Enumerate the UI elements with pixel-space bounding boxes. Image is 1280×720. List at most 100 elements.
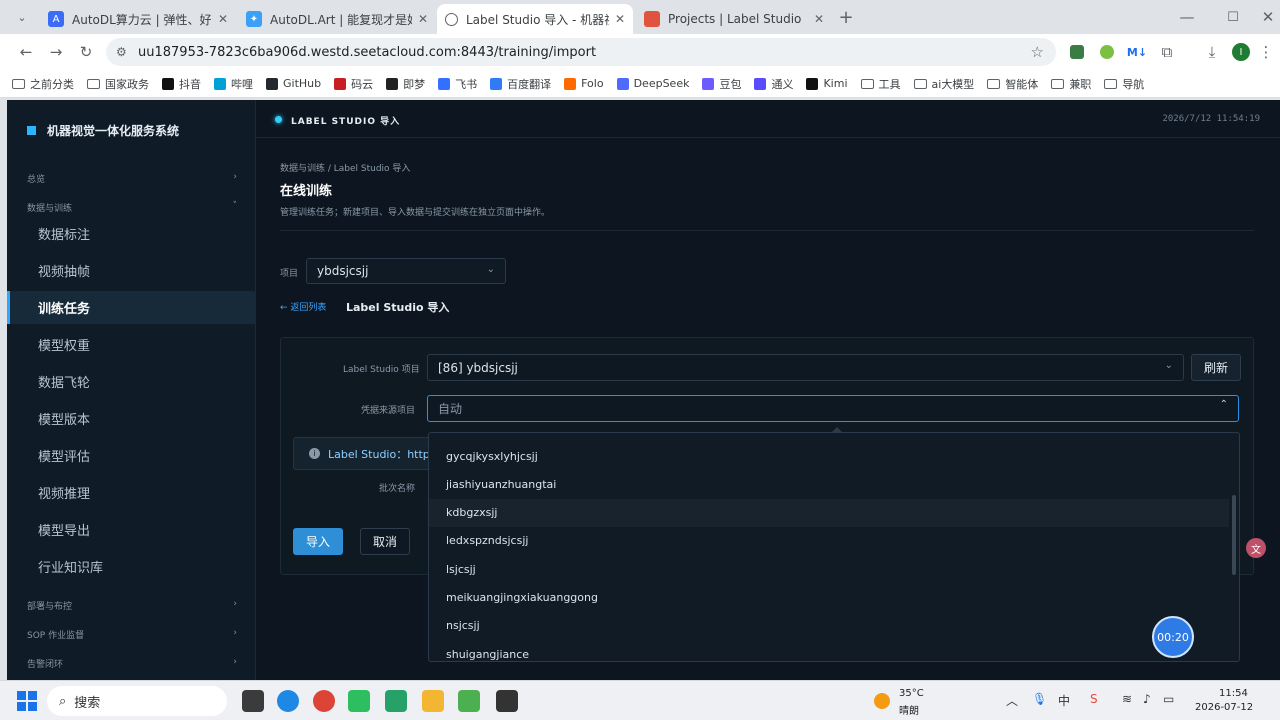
dropdown-option[interactable]: jiashiyuanzhuangtai	[429, 470, 1229, 498]
sidebar-item[interactable]: 行业知识库	[7, 550, 256, 583]
microphone-icon[interactable]: 🎙	[1032, 692, 1047, 706]
dropdown-option[interactable]: gycqjkysxlyhjcsjj	[429, 442, 1229, 470]
wechat-icon[interactable]	[348, 690, 370, 712]
bookmark-item[interactable]: 哔哩	[214, 76, 253, 92]
site-info-icon[interactable]: ⚙	[116, 45, 127, 59]
menu-kebab-icon[interactable]: ⋮	[1254, 40, 1278, 64]
bookmark-item[interactable]: 即梦	[386, 76, 425, 92]
ime-icon[interactable]: 中	[1058, 692, 1070, 709]
project-select[interactable]: ybdsjcsjj ⌄	[306, 258, 506, 284]
sidebar-item[interactable]: 模型权重	[7, 328, 256, 361]
bookmark-item[interactable]: Folo	[564, 77, 604, 90]
dropdown-option[interactable]: meikuangjingxiakuanggong	[429, 584, 1229, 612]
address-bar[interactable]: ⚙ uu187953-7823c6ba906d.westd.seetacloud…	[106, 38, 1056, 66]
reload-button[interactable]: ↻	[74, 40, 98, 64]
ls-project-select[interactable]: [86] ybdsjcsjj ⌄	[427, 354, 1184, 381]
bookmark-item[interactable]: 兼职	[1051, 76, 1091, 92]
extension-markdown-icon[interactable]: M↓	[1125, 40, 1149, 64]
new-tab-button[interactable]: +	[834, 5, 858, 29]
tray-chevron-up-icon[interactable]: ︿	[1006, 692, 1018, 709]
sidebar-item[interactable]: 数据飞轮	[7, 365, 256, 398]
close-tab-icon[interactable]: ✕	[814, 12, 824, 26]
taskbar-search-box[interactable]: ⌕ 搜索	[47, 686, 227, 716]
sidebar-group-sop[interactable]: SOP 作业监督 ›	[27, 628, 237, 641]
sidebar-item[interactable]: 视频推理	[7, 476, 256, 509]
bookmark-item[interactable]: 百度翻译	[490, 76, 551, 92]
translate-widget-icon[interactable]: 文	[1246, 538, 1266, 558]
refresh-button[interactable]: 刷新	[1191, 354, 1241, 381]
sidebar-item[interactable]: 模型评估	[7, 439, 256, 472]
bookmark-item[interactable]: 通义	[754, 76, 793, 92]
bookmark-item[interactable]: GitHub	[266, 77, 321, 90]
close-window-button[interactable]: ✕	[1256, 5, 1280, 29]
bookmark-item[interactable]: 导航	[1104, 76, 1144, 92]
close-tab-icon[interactable]: ✕	[218, 12, 228, 26]
browser-tab-strip: ⌄ A AutoDL算力云 | 弹性、好用、 ✕ ✦ AutoDL.Art | …	[0, 0, 1280, 34]
sidebar-group-data-training[interactable]: 数据与训练 ˅	[27, 201, 237, 214]
bookmark-item[interactable]: DeepSeek	[616, 77, 689, 90]
extensions-puzzle-icon[interactable]: ⧉	[1155, 40, 1179, 64]
wifi-icon[interactable]: ≋	[1122, 692, 1132, 706]
extension-leaf-icon[interactable]	[1095, 40, 1119, 64]
file-explorer-icon[interactable]	[422, 690, 444, 712]
dropdown-option[interactable]: lsjcsjj	[429, 555, 1229, 583]
close-tab-icon[interactable]: ✕	[615, 12, 625, 26]
browser-tab[interactable]: A AutoDL算力云 | 弹性、好用、 ✕	[40, 4, 236, 34]
bookmark-item[interactable]: 工具	[860, 76, 901, 92]
volume-icon[interactable]: ♪	[1143, 692, 1151, 706]
dropdown-option[interactable]: kdbgzxsjj	[429, 498, 1229, 527]
edge-icon[interactable]	[277, 690, 299, 712]
bookmark-item[interactable]: 智能体	[987, 76, 1038, 92]
cancel-button[interactable]: 取消	[360, 528, 410, 555]
app-icon[interactable]	[458, 690, 480, 712]
back-button[interactable]: ←	[14, 40, 38, 64]
clock-time[interactable]: 11:54	[1219, 688, 1248, 699]
start-windows-icon[interactable]	[17, 691, 37, 711]
forward-button[interactable]: →	[44, 40, 68, 64]
notepad-icon[interactable]	[385, 690, 407, 712]
import-button[interactable]: 导入	[293, 528, 343, 555]
task-view-icon[interactable]	[242, 690, 264, 712]
bookmark-item[interactable]: Kimi	[806, 77, 848, 90]
sidebar-item[interactable]: 模型版本	[7, 402, 256, 435]
sidebar-item[interactable]: 模型导出	[7, 513, 256, 546]
profile-avatar[interactable]: I	[1229, 40, 1253, 64]
scrollbar-thumb[interactable]	[1232, 495, 1236, 575]
recording-timer[interactable]: 00:20	[1152, 616, 1194, 658]
browser-tab[interactable]: Projects | Label Studio ✕	[636, 4, 832, 34]
maximize-button[interactable]: ☐	[1221, 5, 1245, 29]
bookmark-item[interactable]: 飞书	[438, 76, 477, 92]
dropdown-option[interactable]: ledxspzndsjcsjj	[429, 527, 1229, 555]
bookmark-item[interactable]: ai大模型	[913, 76, 974, 92]
bookmark-item[interactable]: 抖音	[162, 76, 201, 92]
minimize-button[interactable]: —	[1175, 5, 1199, 29]
back-to-list-link[interactable]: ← 返回列表	[280, 300, 326, 313]
battery-icon[interactable]: ▭	[1163, 692, 1174, 706]
bookmark-item[interactable]: 豆包	[702, 76, 741, 92]
sidebar-group-deploy[interactable]: 部署与布控 ›	[27, 599, 237, 612]
extension-download-icon[interactable]	[1065, 40, 1089, 64]
tab-search-chevron-icon[interactable]: ⌄	[10, 5, 34, 29]
sidebar-item[interactable]: 视频抽帧	[7, 254, 256, 287]
clock-date[interactable]: 2026-07-12	[1195, 702, 1253, 713]
sidebar-item[interactable]: 数据标注	[7, 217, 256, 250]
browser-tab[interactable]: ✦ AutoDL.Art | 能复现才是好算法 ✕	[238, 4, 436, 34]
dropdown-option[interactable]: shuigangjiance	[429, 640, 1229, 661]
terminal-icon[interactable]	[496, 690, 518, 712]
sidebar-group-overview[interactable]: 总览 ›	[27, 172, 237, 185]
tray-app-icon[interactable]: S	[1090, 692, 1098, 706]
browser-tab-active[interactable]: Label Studio 导入 - 机器视觉一 ✕	[437, 4, 633, 34]
sidebar-group-alarm[interactable]: 告警闭环 ›	[27, 657, 237, 670]
credential-source-select[interactable]: 自动 ⌃	[427, 395, 1239, 422]
bookmark-star-icon[interactable]: ☆	[1031, 43, 1044, 61]
bookmark-item[interactable]: 码云	[334, 76, 373, 92]
scrollbar-track[interactable]	[1232, 433, 1236, 661]
bookmark-item[interactable]: 国家政务	[87, 76, 149, 92]
credential-source-dropdown[interactable]: gycqjkysxlyhjcsjj jiashiyuanzhuangtai kdbg…	[428, 432, 1240, 662]
downloads-icon[interactable]: ⤓	[1200, 40, 1224, 64]
sidebar-item[interactable]: 训练任务	[7, 291, 256, 324]
chrome-icon[interactable]	[313, 690, 335, 712]
close-tab-icon[interactable]: ✕	[418, 12, 428, 26]
bookmark-item[interactable]: 之前分类	[12, 76, 74, 92]
dropdown-option[interactable]: nsjcsjj	[429, 612, 1229, 640]
